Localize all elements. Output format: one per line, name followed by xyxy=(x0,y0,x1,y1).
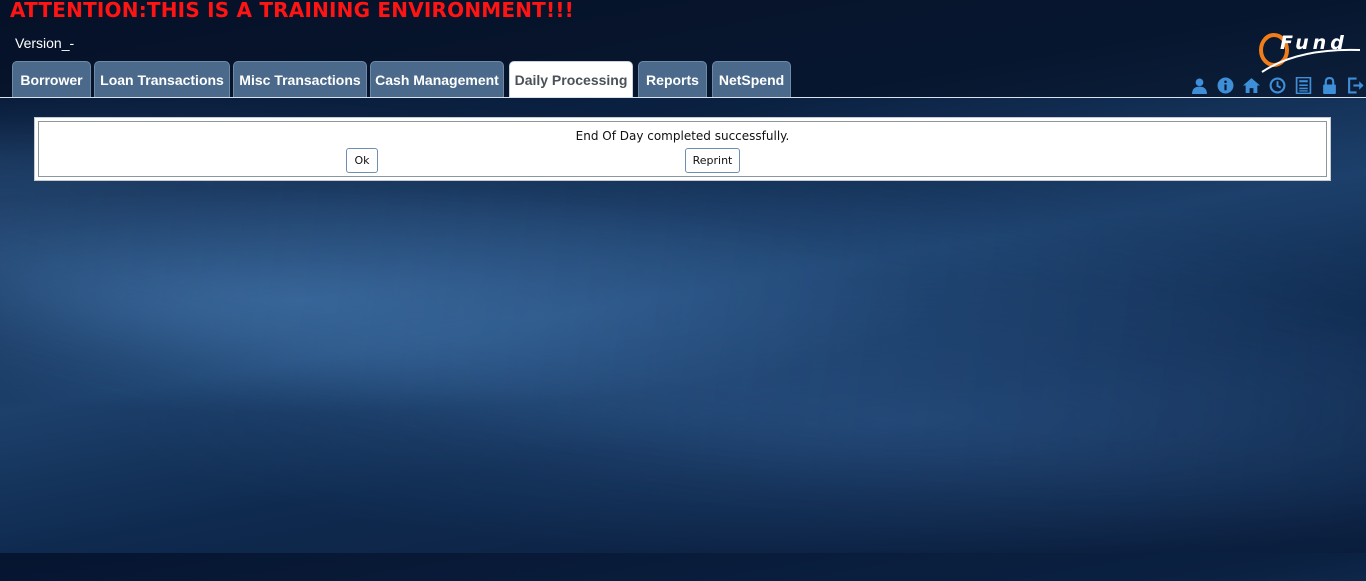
logout-icon[interactable] xyxy=(1342,75,1366,95)
tab-reports[interactable]: Reports xyxy=(638,61,707,97)
dialog-inner: End Of Day completed successfully. Ok Re… xyxy=(38,121,1327,177)
tab-underline xyxy=(0,97,1366,98)
toolbar-icons xyxy=(1186,75,1366,95)
training-environment-banner: ATTENTION:THIS IS A TRAINING ENVIRONMENT… xyxy=(10,0,574,22)
tab-misc-transactions[interactable]: Misc Transactions xyxy=(233,61,367,97)
tab-daily-processing[interactable]: Daily Processing xyxy=(509,61,633,98)
tab-cash-management[interactable]: Cash Management xyxy=(370,61,504,97)
tab-netspend[interactable]: NetSpend xyxy=(712,61,791,97)
calculator-icon[interactable] xyxy=(1290,75,1316,95)
qfund-logo: Fund xyxy=(1258,28,1362,74)
logo-text: Fund xyxy=(1280,32,1348,54)
info-icon[interactable] xyxy=(1212,75,1238,95)
version-label: Version_- xyxy=(15,35,75,51)
clock-icon[interactable] xyxy=(1264,75,1290,95)
home-icon[interactable] xyxy=(1238,75,1264,95)
user-icon[interactable] xyxy=(1186,75,1212,95)
dialog-message: End Of Day completed successfully. xyxy=(575,129,790,143)
reprint-button[interactable]: Reprint xyxy=(685,148,740,173)
lock-icon[interactable] xyxy=(1316,75,1342,95)
tab-borrower[interactable]: Borrower xyxy=(12,61,91,97)
end-of-day-dialog: End Of Day completed successfully. Ok Re… xyxy=(34,117,1331,181)
tab-loan-transactions[interactable]: Loan Transactions xyxy=(94,61,230,97)
ok-button[interactable]: Ok xyxy=(346,148,378,173)
